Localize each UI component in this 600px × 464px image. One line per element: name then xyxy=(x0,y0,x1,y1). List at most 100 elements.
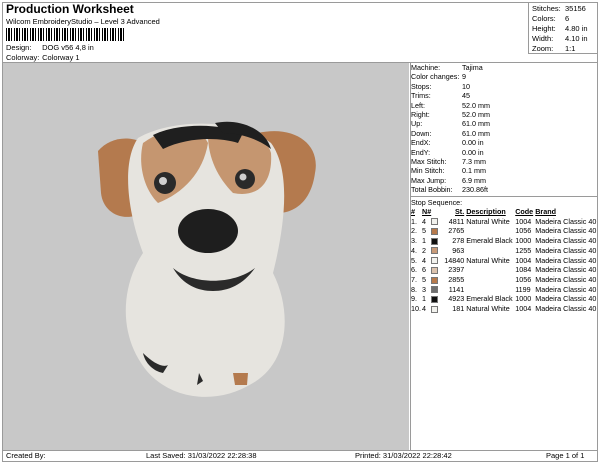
machine-info-row: Machine: Tajima xyxy=(411,63,598,72)
row-num: 6. xyxy=(411,265,417,275)
row-description: Natural White xyxy=(466,216,510,226)
row-num: 7. xyxy=(411,274,417,284)
row-description xyxy=(466,285,515,295)
info-label: Stops: xyxy=(411,81,432,91)
table-row: 6. 6 2397 1084 Madeira Classic 40 xyxy=(411,265,596,275)
row-description xyxy=(466,275,515,285)
row-needle: 1 xyxy=(422,236,426,246)
stat-label: Colors: xyxy=(532,14,556,23)
row-description: Natural White xyxy=(466,255,510,265)
info-value: 7.3 mm xyxy=(462,156,486,166)
row-needle: 5 xyxy=(422,274,426,284)
stat-value: 6 xyxy=(565,14,570,23)
row-stitches: 4923 xyxy=(448,294,465,304)
design-row: Design: DOG v56 4,8 in xyxy=(6,43,94,52)
row-stitches: 181 xyxy=(452,304,465,314)
row-stitches: 963 xyxy=(452,245,465,255)
info-value: 9 xyxy=(462,72,466,82)
row-description: Natural White xyxy=(466,304,510,314)
row-description xyxy=(466,265,515,275)
row-num: 9. xyxy=(411,294,417,304)
dog-embroidery-image xyxy=(98,121,316,397)
info-value: 0.00 in xyxy=(462,138,484,148)
colorway-row: Colorway: Colorway 1 xyxy=(6,53,80,62)
row-num: 10. xyxy=(411,304,421,314)
row-code: 1004 xyxy=(515,216,532,226)
row-needle: 3 xyxy=(422,284,426,294)
stat-value: 1:1 xyxy=(565,44,576,53)
stat-label: Height: xyxy=(532,24,556,33)
info-label: Trims: xyxy=(411,91,431,101)
color-swatch xyxy=(431,228,439,235)
info-value: 0.00 in xyxy=(462,147,484,157)
stats-box: Stitches: 35156 Colors: 6 Height: 4.80 in Widt… xyxy=(528,2,598,54)
stat-label: Stitches: xyxy=(532,4,561,13)
machine-info: Machine: Tajima Color changes: 9 Stops: 10 Tri… xyxy=(411,63,598,194)
row-code: 1004 xyxy=(515,255,532,265)
row-needle: 6 xyxy=(422,265,426,275)
row-needle: 5 xyxy=(422,226,426,236)
table-header-row: # N# St. Description Code Brand xyxy=(411,207,596,217)
col-stitches: St. xyxy=(455,207,465,216)
machine-info-row: Stops: 10 xyxy=(411,82,598,91)
row-stitches: 1141 xyxy=(448,284,465,294)
info-label: Color changes: xyxy=(411,72,460,82)
row-code: 1084 xyxy=(515,265,532,275)
info-label: Min Stitch: xyxy=(411,166,445,176)
row-description xyxy=(466,246,515,256)
created-by: Created By: xyxy=(6,451,46,460)
machine-info-row: Max Stitch: 7.3 mm xyxy=(411,157,598,166)
info-label: EndY: xyxy=(411,147,431,157)
info-label: Up: xyxy=(411,119,423,129)
col-brand: Brand xyxy=(535,207,556,216)
table-row: 9. 1 4923 Emerald Black 1000 Madeira Classic … xyxy=(411,294,596,304)
color-swatch xyxy=(431,218,439,226)
info-value: 61.0 mm xyxy=(462,128,490,138)
row-brand: Madeira Classic 40 xyxy=(535,226,597,236)
row-code: 1000 xyxy=(515,294,532,304)
info-label: Down: xyxy=(411,128,432,138)
row-num: 2. xyxy=(411,226,417,236)
color-swatch xyxy=(431,276,439,284)
row-brand: Madeira Classic 40 xyxy=(535,294,597,304)
stat-row: Zoom: 1:1 xyxy=(532,44,595,54)
machine-info-row: Down: 61.0 mm xyxy=(411,129,598,138)
table-row: 5. 4 14840 Natural White 1004 Madeira Classic… xyxy=(411,256,596,266)
table-row: 1. 4 4811 Natural White 1004 Madeira Classic … xyxy=(411,217,596,227)
machine-info-row: EndX: 0.00 in xyxy=(411,138,598,147)
info-value: 61.0 mm xyxy=(462,119,490,129)
color-swatch xyxy=(431,266,439,274)
row-num: 1. xyxy=(411,216,417,226)
table-row: 4. 2 963 1255 Madeira Classic 40 xyxy=(411,246,596,256)
color-swatch xyxy=(431,247,439,255)
row-stitches: 278 xyxy=(452,236,465,246)
machine-info-row: Color changes: 9 xyxy=(411,72,598,81)
table-row: 2. 5 2765 1056 Madeira Classic 40 xyxy=(411,226,596,236)
info-label: Total Bobbin: xyxy=(411,185,453,195)
info-value: 52.0 mm xyxy=(462,100,490,110)
colorway-value: Colorway 1 xyxy=(42,53,80,62)
machine-info-row: Max Jump: 6.9 mm xyxy=(411,176,598,185)
row-needle: 4 xyxy=(422,216,426,226)
row-brand: Madeira Classic 40 xyxy=(535,236,597,246)
row-brand: Madeira Classic 40 xyxy=(535,245,597,255)
row-num: 8. xyxy=(411,284,417,294)
row-description: Emerald Black xyxy=(466,294,513,304)
info-label: Left: xyxy=(411,100,425,110)
table-row: 10. 4 181 Natural White 1004 Madeira Classic … xyxy=(411,304,596,314)
last-saved: Last Saved: 31/03/2022 22:28:38 xyxy=(146,451,257,460)
row-needle: 1 xyxy=(422,294,426,304)
stat-row: Colors: 6 xyxy=(532,14,595,24)
row-num: 3. xyxy=(411,236,417,246)
machine-info-row: Trims: 45 xyxy=(411,91,598,100)
table-row: 7. 5 2855 1056 Madeira Classic 40 xyxy=(411,275,596,285)
stat-row: Width: 4.10 in xyxy=(532,34,595,44)
design-label: Design: xyxy=(6,43,32,52)
col-needle: N# xyxy=(422,207,432,216)
row-code: 1056 xyxy=(515,226,532,236)
software-name: Wilcom EmbroideryStudio – Level 3 Advanc… xyxy=(6,17,160,26)
info-label: Machine: xyxy=(411,63,441,72)
row-description: Emerald Black xyxy=(466,236,513,246)
machine-info-row: Right: 52.0 mm xyxy=(411,110,598,119)
info-value: 0.1 mm xyxy=(462,166,486,176)
